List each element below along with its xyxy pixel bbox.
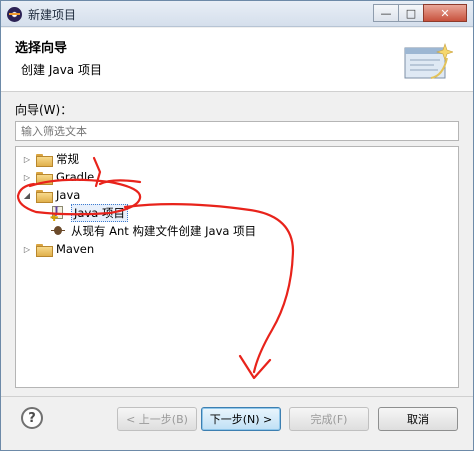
java-project-icon: J ✚ xyxy=(50,205,66,224)
tree-node-maven[interactable]: ▷ Maven xyxy=(22,240,94,258)
tree-node-label: Java 项目 xyxy=(71,204,128,222)
expand-arrow-icon[interactable]: ▷ xyxy=(22,155,32,164)
folder-icon xyxy=(36,243,53,257)
wizard-banner-icon xyxy=(404,43,453,79)
page-title: 选择向导 xyxy=(15,41,68,56)
wizard-header: 选择向导 创建 Java 项目 xyxy=(1,28,473,92)
maximize-button[interactable]: □ xyxy=(398,4,424,22)
expand-arrow-icon[interactable]: ▷ xyxy=(22,245,32,254)
title-bar[interactable]: 新建项目 — □ ✕ xyxy=(1,1,473,27)
cancel-button[interactable]: 取消 xyxy=(378,407,458,431)
ant-icon xyxy=(50,223,66,239)
filter-input[interactable] xyxy=(15,121,459,141)
tree-node-java-from-ant[interactable]: 从现有 Ant 构建文件创建 Java 项目 xyxy=(50,222,256,240)
tree-node-label: 常规 xyxy=(56,152,79,166)
tree-node-label: Gradle xyxy=(56,170,95,184)
collapse-arrow-icon[interactable]: ◢ xyxy=(22,191,32,200)
tree-node-label: Maven xyxy=(56,242,95,256)
tree-node-general[interactable]: ▷ 常规 xyxy=(22,150,79,168)
finish-button[interactable]: 完成(F) xyxy=(289,407,369,431)
expand-arrow-icon[interactable]: ▷ xyxy=(22,173,32,182)
tree-node-gradle[interactable]: ▷ Gradle xyxy=(22,168,94,186)
tree-node-java[interactable]: ◢ Java xyxy=(22,186,80,204)
folder-icon xyxy=(36,171,53,185)
minimize-button[interactable]: — xyxy=(373,4,399,22)
tree-node-label: 从现有 Ant 构建文件创建 Java 项目 xyxy=(71,224,257,238)
page-description: 创建 Java 项目 xyxy=(21,63,102,77)
tree-node-java-project[interactable]: J ✚ Java 项目 xyxy=(50,204,128,224)
tree-node-label: Java xyxy=(56,188,81,202)
back-button[interactable]: < 上一步(B) xyxy=(117,407,197,431)
close-button[interactable]: ✕ xyxy=(423,4,467,22)
window-title: 新建项目 xyxy=(28,8,77,22)
next-button[interactable]: 下一步(N) > xyxy=(201,407,281,431)
footer-separator xyxy=(1,396,473,397)
new-project-dialog: 新建项目 — □ ✕ 选择向导 创建 Java 项目 向导(W)： ▷ 常规 ▷ xyxy=(0,0,474,451)
help-button[interactable]: ? xyxy=(21,407,43,429)
window-controls: — □ ✕ xyxy=(373,4,467,22)
wizard-tree[interactable]: ▷ 常规 ▷ Gradle ◢ Java J ✚ Java 项目 从现有 Ant … xyxy=(15,146,459,388)
folder-icon xyxy=(36,153,53,167)
folder-open-icon xyxy=(36,189,53,203)
wizard-label: 向导(W)： xyxy=(15,103,73,117)
eclipse-icon xyxy=(7,7,22,22)
